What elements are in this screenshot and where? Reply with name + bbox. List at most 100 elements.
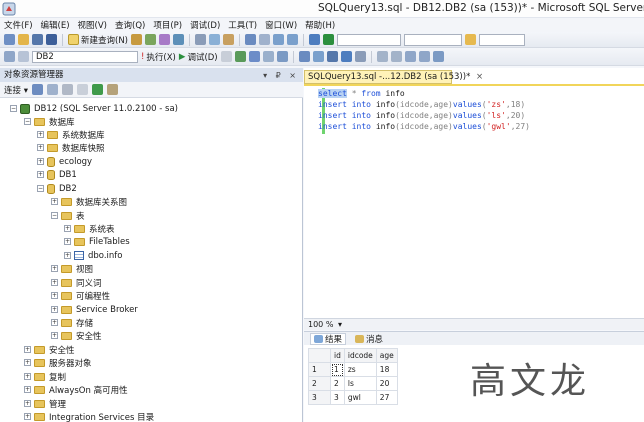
execute-button[interactable]: ! 执行(X) <box>141 51 176 63</box>
connect-icon[interactable] <box>4 51 15 62</box>
menu-file[interactable]: 文件(F) <box>4 19 33 31</box>
row-number[interactable]: 1 <box>308 362 331 377</box>
find-combo[interactable] <box>404 33 462 46</box>
menu-project[interactable]: 项目(P) <box>153 19 182 31</box>
expand-icon[interactable]: + <box>24 373 31 380</box>
intellisense-icon[interactable] <box>276 51 288 62</box>
panel-window-controls[interactable]: ▾ ₽ × <box>263 69 299 83</box>
navigate-backward-icon[interactable] <box>273 34 284 45</box>
paste-icon[interactable] <box>223 34 234 45</box>
display-plan-icon[interactable] <box>248 51 260 62</box>
expand-icon[interactable]: + <box>24 386 31 393</box>
expand-icon[interactable]: + <box>51 279 58 286</box>
column-header-id[interactable]: id <box>330 348 345 363</box>
sql-code[interactable]: select * from info insert into info(idco… <box>318 88 640 318</box>
tree-node-dbo-info[interactable]: + dbo.info <box>64 249 123 262</box>
row-number[interactable]: 3 <box>308 390 331 405</box>
cell-id[interactable]: 3 <box>330 390 345 405</box>
save-icon[interactable] <box>32 34 43 45</box>
tree-node-database-snapshots[interactable]: + 数据库快照 <box>37 141 105 154</box>
row-number[interactable]: 2 <box>308 376 331 391</box>
expand-icon[interactable]: + <box>24 346 31 353</box>
specify-values-icon[interactable] <box>432 51 444 62</box>
collapse-icon[interactable]: − <box>37 185 44 192</box>
cell-age[interactable]: 18 <box>375 362 398 377</box>
comment-icon[interactable] <box>376 51 388 62</box>
refresh-icon[interactable] <box>91 84 103 95</box>
undo-icon[interactable] <box>245 34 256 45</box>
tree-node-views[interactable]: + 视图 <box>51 262 93 275</box>
tree-node-db1[interactable]: + DB1 <box>37 168 77 181</box>
menu-query[interactable]: 查询(Q) <box>115 19 145 31</box>
results-to-file-icon[interactable] <box>354 51 366 62</box>
stop-icon[interactable] <box>61 84 73 95</box>
expand-icon[interactable]: + <box>37 144 44 151</box>
mdx-query-icon[interactable] <box>159 34 170 45</box>
increase-indent-icon[interactable] <box>418 51 430 62</box>
menu-edit[interactable]: 编辑(E) <box>41 19 70 31</box>
change-connection-icon[interactable] <box>18 51 29 62</box>
available-databases-select[interactable]: DB2 <box>32 50 138 63</box>
decrease-indent-icon[interactable] <box>404 51 416 62</box>
collapse-icon[interactable]: − <box>10 105 17 112</box>
tree-node-service-broker[interactable]: + Service Broker <box>51 303 138 316</box>
expand-icon[interactable]: + <box>51 332 58 339</box>
tree-node-db-security[interactable]: + 安全性 <box>51 329 102 342</box>
expand-icon[interactable]: + <box>37 171 44 178</box>
tree-node-tables[interactable]: − 表 <box>51 209 85 222</box>
results-to-text-icon[interactable] <box>326 51 338 62</box>
expand-icon[interactable]: + <box>37 131 44 138</box>
tree-node-system-tables[interactable]: + 系统表 <box>64 222 115 235</box>
document-tab[interactable]: SQLQuery13.sql -...12.DB2 (sa (153))* × <box>304 70 483 84</box>
cancel-query-icon[interactable] <box>220 51 232 62</box>
cell-id[interactable]: 2 <box>330 376 345 391</box>
expand-icon[interactable]: + <box>51 292 58 299</box>
save-all-icon[interactable] <box>46 34 57 45</box>
search-combo[interactable] <box>479 33 525 46</box>
expand-icon[interactable]: + <box>51 198 58 205</box>
column-header-idcode[interactable]: idcode <box>343 348 377 363</box>
connect-object-icon[interactable] <box>31 84 43 95</box>
debug-button[interactable]: ▶ 调试(D) <box>179 51 218 63</box>
tree-node-replication[interactable]: + 复制 <box>24 370 66 383</box>
new-query-button[interactable]: 新建查询(N) <box>68 34 128 46</box>
cut-icon[interactable] <box>195 34 206 45</box>
include-plan-icon[interactable] <box>298 51 310 62</box>
tree-node-system-databases[interactable]: + 系统数据库 <box>37 128 105 141</box>
start-debugging-icon[interactable] <box>323 34 334 45</box>
results-to-grid-icon[interactable] <box>340 51 352 62</box>
tree-node-db2[interactable]: − DB2 <box>37 182 77 195</box>
tree-node-security[interactable]: + 安全性 <box>24 343 75 356</box>
xmla-query-icon[interactable] <box>173 34 184 45</box>
expand-icon[interactable]: + <box>24 400 31 407</box>
solution-config-combo[interactable] <box>337 33 401 46</box>
uncomment-icon[interactable] <box>390 51 402 62</box>
cell-id[interactable]: 1 <box>330 362 345 377</box>
tree-node-database-diagrams[interactable]: + 数据库关系图 <box>51 195 127 208</box>
cell-age[interactable]: 20 <box>375 376 398 391</box>
menu-view[interactable]: 视图(V) <box>78 19 107 31</box>
tab-results[interactable]: 结果 <box>310 332 347 345</box>
tree-node-ecology[interactable]: + ecology <box>37 155 92 168</box>
expand-icon[interactable]: + <box>37 158 44 165</box>
filter-icon[interactable] <box>76 84 88 95</box>
client-stats-icon[interactable] <box>312 51 324 62</box>
menu-window[interactable]: 窗口(W) <box>265 19 297 31</box>
database-engine-query-icon[interactable] <box>131 34 142 45</box>
expand-icon[interactable]: + <box>24 359 31 366</box>
new-item-icon[interactable] <box>4 34 15 45</box>
cell-idcode[interactable]: ls <box>343 376 377 391</box>
tree-node-server-objects[interactable]: + 服务器对象 <box>24 356 92 369</box>
solution-explorer-icon[interactable] <box>309 34 320 45</box>
tree-node-databases[interactable]: − 数据库 <box>24 115 75 128</box>
expand-icon[interactable]: + <box>64 252 71 259</box>
column-header-age[interactable]: age <box>375 348 398 363</box>
menu-tools[interactable]: 工具(T) <box>228 19 257 31</box>
navigate-forward-icon[interactable] <box>287 34 298 45</box>
open-file-icon[interactable] <box>18 34 29 45</box>
tree-node-alwayson[interactable]: + AlwaysOn 高可用性 <box>24 383 128 396</box>
query-designer-icon[interactable] <box>262 51 274 62</box>
redo-icon[interactable] <box>259 34 270 45</box>
analysis-query-icon[interactable] <box>145 34 156 45</box>
find-in-files-icon[interactable] <box>465 34 476 45</box>
